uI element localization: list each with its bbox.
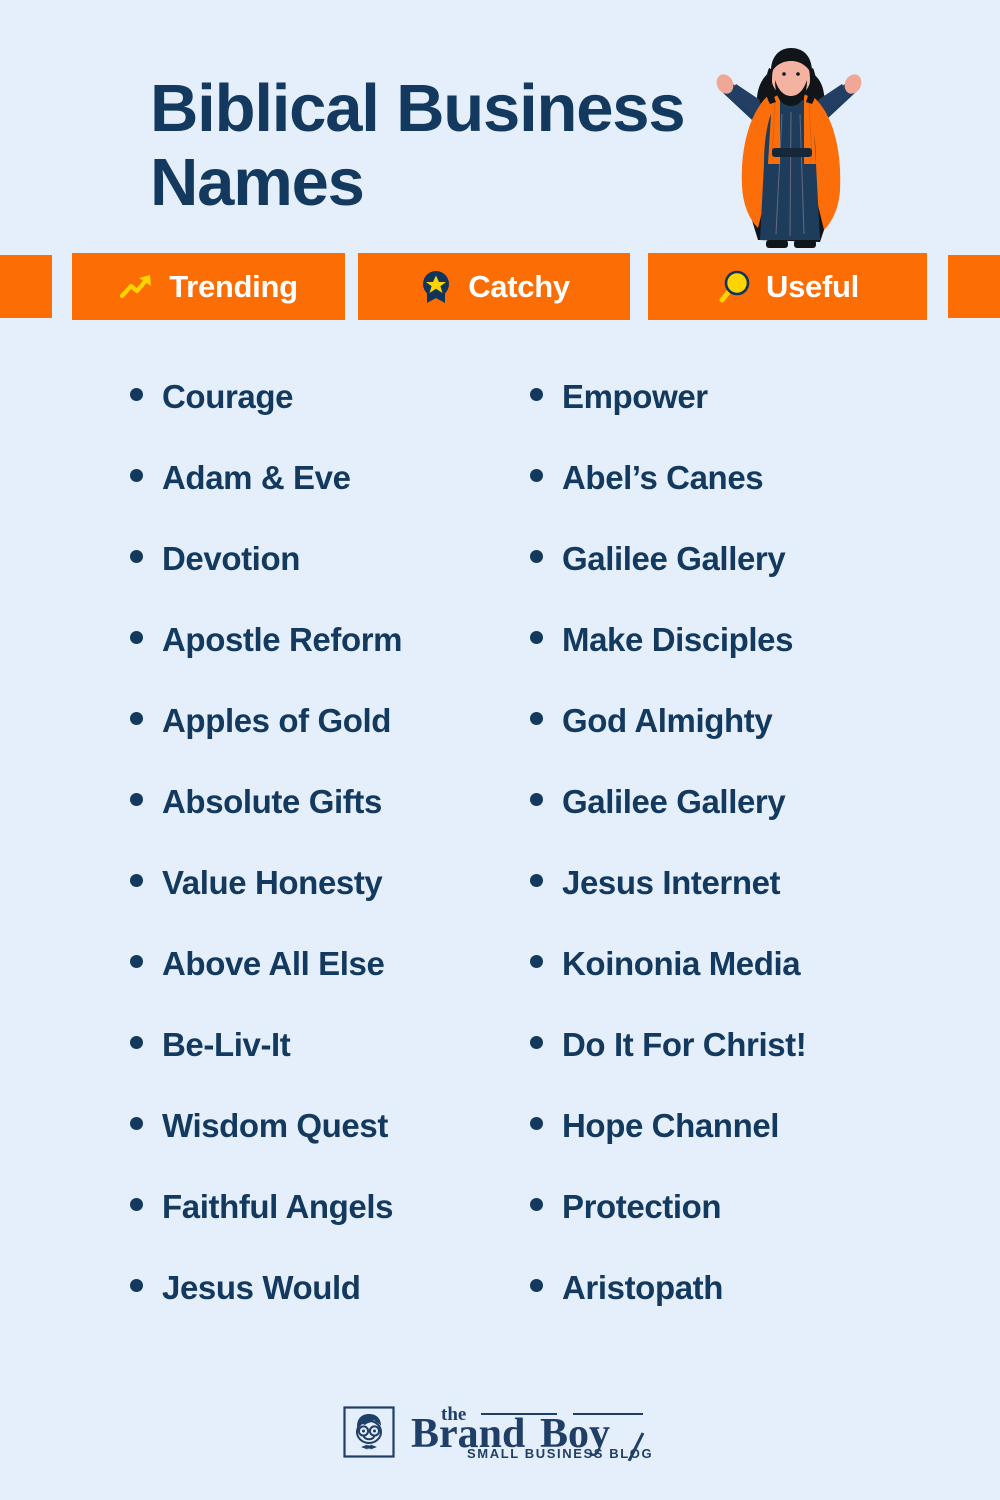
list-item-label: Galilee Gallery bbox=[562, 783, 786, 820]
bullet-icon bbox=[530, 550, 543, 563]
list-item: Jesus Would bbox=[130, 1269, 550, 1350]
list-item-label: Value Honesty bbox=[162, 864, 383, 901]
header: Biblical Business Names bbox=[0, 0, 1000, 253]
bullet-icon bbox=[130, 1279, 143, 1292]
badge-strip: Trending Catchy Useful bbox=[0, 253, 1000, 320]
badge-trending[interactable]: Trending bbox=[72, 253, 345, 320]
brandboy-face-icon bbox=[343, 1406, 395, 1458]
list-item-label: Faithful Angels bbox=[162, 1188, 394, 1225]
badge-useful[interactable]: Useful bbox=[648, 253, 927, 320]
bullet-icon bbox=[130, 1198, 143, 1211]
list-item-label: Courage bbox=[162, 378, 294, 415]
list-item-label: Jesus Internet bbox=[562, 864, 781, 901]
list-item-label: Adam & Eve bbox=[162, 459, 351, 496]
name-list-right-column: Empower Abel’s Canes Galilee Gallery Make D… bbox=[530, 378, 950, 1350]
page-title: Biblical Business Names bbox=[150, 71, 686, 220]
list-item: Galilee Gallery bbox=[530, 783, 950, 864]
list-item: Aristopath bbox=[530, 1269, 950, 1350]
trending-up-icon bbox=[120, 274, 152, 298]
bullet-icon bbox=[130, 874, 143, 887]
list-item-label: Devotion bbox=[162, 540, 300, 577]
bullet-icon bbox=[130, 1117, 143, 1130]
list-item: Abel’s Canes bbox=[530, 459, 950, 540]
bullet-icon bbox=[130, 469, 143, 482]
bullet-icon bbox=[130, 631, 143, 644]
bullet-icon bbox=[130, 1036, 143, 1049]
biblical-figure-illustration bbox=[716, 48, 862, 248]
list-item-label: Aristopath bbox=[562, 1269, 724, 1306]
list-item-label: Koinonia Media bbox=[562, 945, 801, 982]
list-item: Hope Channel bbox=[530, 1107, 950, 1188]
bullet-icon bbox=[530, 1036, 543, 1049]
strip-cap-right bbox=[948, 255, 1000, 318]
list-item: Faithful Angels bbox=[130, 1188, 550, 1269]
list-item: Wisdom Quest bbox=[130, 1107, 550, 1188]
bullet-icon bbox=[530, 1117, 543, 1130]
list-item-label: Apostle Reform bbox=[162, 621, 403, 658]
badge-catchy-label: Catchy bbox=[468, 268, 570, 304]
list-item: Apples of Gold bbox=[130, 702, 550, 783]
bullet-icon bbox=[530, 1198, 543, 1211]
list-item: Be-Liv-It bbox=[130, 1026, 550, 1107]
list-item: Devotion bbox=[130, 540, 550, 621]
bullet-icon bbox=[530, 1279, 543, 1292]
list-item: Koinonia Media bbox=[530, 945, 950, 1026]
list-item-label: Jesus Would bbox=[162, 1269, 361, 1306]
list-item: Absolute Gifts bbox=[130, 783, 550, 864]
brandboy-wordmark: the Brand Boy SMALL BUSINESS BLOG bbox=[411, 1404, 653, 1461]
list-item: Above All Else bbox=[130, 945, 550, 1026]
list-item-label: Absolute Gifts bbox=[162, 783, 382, 820]
bullet-icon bbox=[130, 793, 143, 806]
list-item-label: Do It For Christ! bbox=[562, 1026, 807, 1063]
list-item: Adam & Eve bbox=[130, 459, 550, 540]
bullet-icon bbox=[130, 550, 143, 563]
list-item-label: Abel’s Canes bbox=[562, 459, 764, 496]
list-item-label: Protection bbox=[562, 1188, 722, 1225]
strip-cap-left bbox=[0, 255, 52, 318]
list-item: Protection bbox=[530, 1188, 950, 1269]
list-item-label: Galilee Gallery bbox=[562, 540, 786, 577]
bullet-icon bbox=[130, 712, 143, 725]
bullet-icon bbox=[130, 955, 143, 968]
list-item: Value Honesty bbox=[130, 864, 550, 945]
magnifying-glass-icon bbox=[719, 270, 750, 302]
badge-useful-label: Useful bbox=[766, 268, 859, 304]
list-item: Make Disciples bbox=[530, 621, 950, 702]
bullet-icon bbox=[530, 712, 543, 725]
name-list-left-column: Courage Adam & Eve Devotion Apostle Reform A… bbox=[130, 378, 550, 1350]
award-ribbon-icon bbox=[423, 270, 450, 303]
list-item-label: Make Disciples bbox=[562, 621, 794, 658]
bullet-icon bbox=[530, 874, 543, 887]
bullet-icon bbox=[530, 631, 543, 644]
list-item: Courage bbox=[130, 378, 550, 459]
list-item-label: Be-Liv-It bbox=[162, 1026, 291, 1063]
badge-catchy[interactable]: Catchy bbox=[358, 253, 630, 320]
list-item: Jesus Internet bbox=[530, 864, 950, 945]
name-lists: Courage Adam & Eve Devotion Apostle Reform A… bbox=[0, 320, 1000, 1360]
brandboy-logo[interactable]: the Brand Boy SMALL BUSINESS BLOG bbox=[343, 1403, 657, 1461]
bullet-icon bbox=[130, 388, 143, 401]
list-item-label: Wisdom Quest bbox=[162, 1107, 388, 1144]
list-item-label: Apples of Gold bbox=[162, 702, 392, 739]
logo-tagline: SMALL BUSINESS BLOG bbox=[467, 1446, 653, 1461]
list-item: Apostle Reform bbox=[130, 621, 550, 702]
bullet-icon bbox=[530, 469, 543, 482]
list-item-label: Above All Else bbox=[162, 945, 385, 982]
list-item: Galilee Gallery bbox=[530, 540, 950, 621]
list-item-label: Empower bbox=[562, 378, 708, 415]
footer: the Brand Boy SMALL BUSINESS BLOG bbox=[0, 1382, 1000, 1482]
list-item: Do It For Christ! bbox=[530, 1026, 950, 1107]
bullet-icon bbox=[530, 388, 543, 401]
list-item: God Almighty bbox=[530, 702, 950, 783]
bullet-icon bbox=[530, 793, 543, 806]
list-item-label: God Almighty bbox=[562, 702, 773, 739]
list-item-label: Hope Channel bbox=[562, 1107, 780, 1144]
badge-trending-label: Trending bbox=[169, 268, 298, 304]
bullet-icon bbox=[530, 955, 543, 968]
list-item: Empower bbox=[530, 378, 950, 459]
